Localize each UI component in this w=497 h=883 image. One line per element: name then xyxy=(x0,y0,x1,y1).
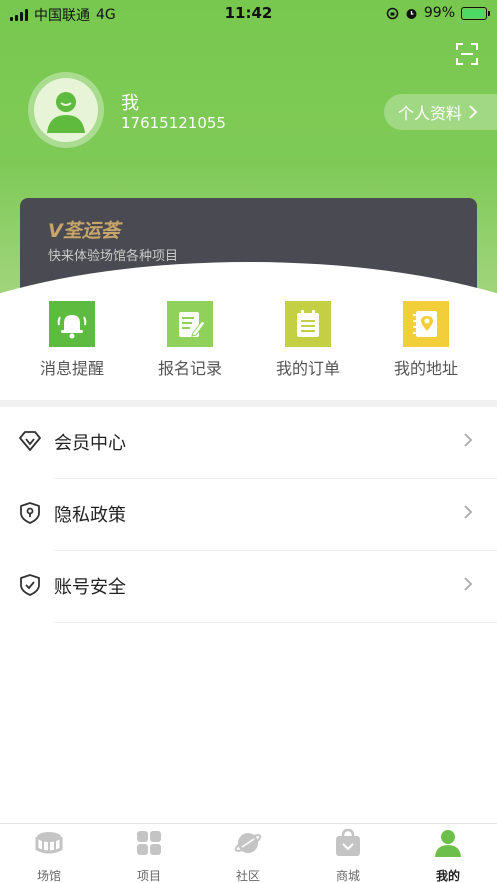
chevron-right-icon xyxy=(464,505,473,519)
quick-label: 我的订单 xyxy=(275,359,340,378)
avatar-image xyxy=(34,78,98,142)
section-divider xyxy=(0,400,497,407)
status-right: 99% xyxy=(386,5,490,21)
quick-label: 报名记录 xyxy=(157,359,222,378)
scan-icon[interactable] xyxy=(455,42,479,66)
menu-label: 隐私政策 xyxy=(54,505,126,526)
menu-label: 账号安全 xyxy=(54,577,126,598)
grid-icon xyxy=(137,831,161,855)
profile-button[interactable]: 个人资料 xyxy=(384,94,497,130)
quick-item-messages[interactable]: 消息提醒 xyxy=(22,301,122,379)
planet-icon xyxy=(234,833,262,853)
avatar[interactable] xyxy=(28,72,104,148)
tab-venues[interactable]: 场馆 xyxy=(9,828,89,883)
menu-divider xyxy=(54,622,497,623)
settings-menu: 会员中心 隐私政策 账号安全 xyxy=(0,407,497,623)
menu-item-membership[interactable]: 会员中心 xyxy=(0,407,497,479)
order-icon xyxy=(285,301,331,347)
chevron-right-icon xyxy=(464,577,473,591)
profile-button-label: 个人资料 xyxy=(398,104,463,123)
tab-mine[interactable]: 我的 xyxy=(408,828,488,883)
shield-location-icon xyxy=(20,502,40,524)
quick-item-signups[interactable]: 报名记录 xyxy=(140,301,240,379)
user-name: 我 xyxy=(121,93,139,114)
banner-logo: V荃运荟 xyxy=(48,220,120,242)
tab-label: 场馆 xyxy=(36,869,61,883)
quick-actions: 消息提醒 报名记录 我的订单 我的地址 xyxy=(0,296,497,400)
tab-projects[interactable]: 项目 xyxy=(109,828,189,883)
quick-label: 消息提醒 xyxy=(39,359,104,378)
quick-item-address[interactable]: 我的地址 xyxy=(376,301,476,379)
chevron-right-icon xyxy=(469,105,478,119)
battery-percent: 99% xyxy=(423,5,455,21)
tab-community[interactable]: 社区 xyxy=(208,828,288,883)
stadium-icon xyxy=(35,832,63,854)
shopping-bag-icon xyxy=(336,828,360,856)
menu-item-privacy[interactable]: 隐私政策 xyxy=(0,479,497,551)
address-icon xyxy=(403,301,449,347)
user-avatar-icon xyxy=(47,92,85,133)
shield-check-icon xyxy=(20,574,40,596)
edit-note-icon xyxy=(167,301,213,347)
diamond-icon xyxy=(19,431,41,451)
banner-subtitle: 快来体验场馆各种项目 xyxy=(48,249,179,264)
bottom-tab-bar: 场馆 项目 社区 商城 我的 xyxy=(0,823,497,883)
bell-icon xyxy=(49,301,95,347)
tab-label: 社区 xyxy=(235,869,260,883)
promo-banner[interactable]: V荃运荟 快来体验场馆各种项目 xyxy=(20,198,477,298)
tab-label: 项目 xyxy=(136,869,161,883)
battery-icon xyxy=(461,6,490,20)
tab-label: 商城 xyxy=(335,869,360,883)
user-phone: 17615121055 xyxy=(121,114,226,132)
quick-item-orders[interactable]: 我的订单 xyxy=(258,301,358,379)
status-bar: 中国联通 4G 11:42 99% xyxy=(0,0,497,26)
rotation-lock-icon xyxy=(386,7,399,19)
menu-item-account-security[interactable]: 账号安全 xyxy=(0,551,497,623)
quick-label: 我的地址 xyxy=(393,359,458,378)
alarm-icon xyxy=(406,8,417,19)
tab-label: 我的 xyxy=(435,869,460,883)
person-icon xyxy=(435,830,461,857)
chevron-right-icon xyxy=(464,433,473,447)
menu-label: 会员中心 xyxy=(54,433,126,454)
tab-mall[interactable]: 商城 xyxy=(308,828,388,883)
